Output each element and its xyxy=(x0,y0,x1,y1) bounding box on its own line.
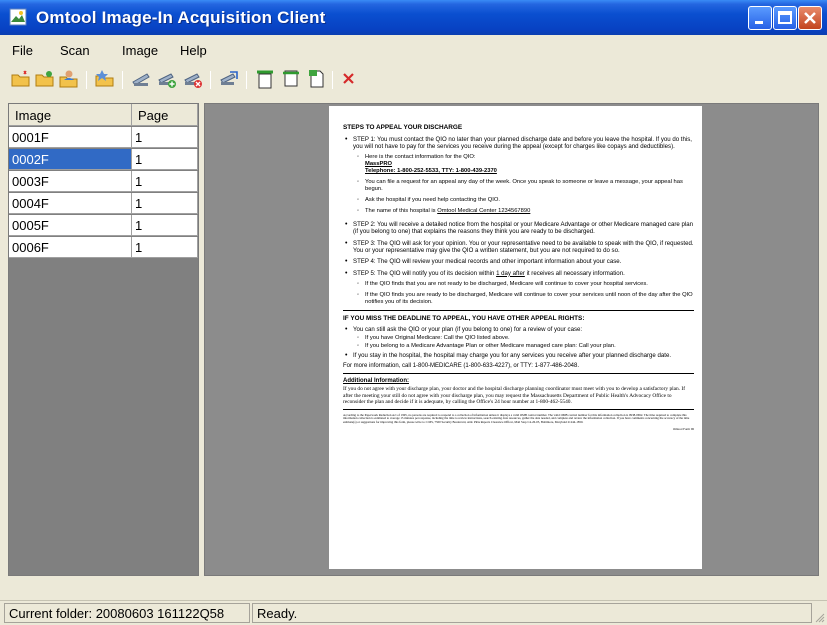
doc-hospital-name: The name of this hospital is Omtool Medi… xyxy=(343,208,694,215)
page-cell: 1 xyxy=(132,171,198,192)
doc-step2: STEP 2: You will receive a detailed noti… xyxy=(343,221,694,236)
menu-image[interactable]: Image xyxy=(122,43,158,58)
doc-more-info: For more information, call 1-800-MEDICAR… xyxy=(343,362,579,369)
doc-footer-code: Omtool Form ID xyxy=(673,426,694,431)
doc-additional-body: If you do not agree with your discharge … xyxy=(343,386,686,406)
toolbar-separator xyxy=(122,71,123,89)
doc-step5-sub1: If the QIO finds that you are not ready … xyxy=(343,281,694,288)
close-icon xyxy=(804,12,816,24)
toolbar-separator xyxy=(246,71,247,89)
doc-contact-phone: Telephone: 1-800-252-5533, TTY: 1-800-43… xyxy=(365,168,497,175)
image-cell: 0005F xyxy=(9,215,132,236)
doc-miss1: You can still ask the QIO or your plan (… xyxy=(343,326,694,335)
resize-grip-icon[interactable] xyxy=(813,611,825,623)
doc-miss1-sub2: If you belong to a Medicare Advantage Pl… xyxy=(343,343,694,350)
page-cell: 1 xyxy=(132,237,198,258)
menu-scan[interactable]: Scan xyxy=(60,43,90,58)
page-cell: 1 xyxy=(132,127,198,148)
close-button[interactable] xyxy=(798,6,822,30)
open-folder-icon[interactable] xyxy=(10,68,32,90)
scanner-add-icon[interactable] xyxy=(156,68,178,90)
image-cell: 0006F xyxy=(9,237,132,258)
app-icon xyxy=(9,8,27,26)
doc-hospital-value: Omtool Medical Center 1234567890 xyxy=(437,208,531,215)
toolbar xyxy=(0,63,827,95)
maximize-icon xyxy=(778,11,792,24)
toolbar-separator xyxy=(86,71,87,89)
status-state: Ready. xyxy=(252,603,812,623)
doc-step1: STEP 1: You must contact the QIO no late… xyxy=(343,136,694,151)
doc-step3: STEP 3: The QIO will ask for your opinio… xyxy=(343,240,694,255)
doc-divider xyxy=(343,408,694,410)
image-list[interactable]: Image Page 0001F 1 0002F 1 0003F 1 0004F… xyxy=(8,103,199,576)
table-row[interactable]: 0005F 1 xyxy=(9,215,198,236)
insert-before-icon[interactable] xyxy=(254,68,276,90)
page-cell: 1 xyxy=(132,193,198,214)
doc-ask-hospital: Ask the hospital if you need help contac… xyxy=(343,197,694,204)
doc-step4: STEP 4: The QIO will review your medical… xyxy=(343,258,694,267)
user-folder-icon[interactable] xyxy=(58,68,80,90)
table-row-selected[interactable]: 0002F 1 xyxy=(9,149,198,170)
page-cell: 1 xyxy=(132,149,198,170)
scanned-document: STEPS TO APPEAL YOUR DISCHARGE STEP 1: Y… xyxy=(329,106,702,569)
toolbar-separator xyxy=(210,71,211,89)
image-cell: 0004F xyxy=(9,193,132,214)
doc-contact-intro: Here is the contact information for the … xyxy=(365,154,476,161)
maximize-button[interactable] xyxy=(773,6,797,30)
image-cell: 0003F xyxy=(9,171,132,192)
table-row[interactable]: 0003F 1 xyxy=(9,171,198,192)
doc-miss2: If you stay in the hospital, the hospita… xyxy=(343,352,694,361)
status-current-folder: Current folder: 20080603 161122Q58 xyxy=(4,603,250,623)
table-row[interactable]: 0001F 1 xyxy=(9,127,198,148)
doc-divider xyxy=(343,309,694,311)
page-cell: 1 xyxy=(132,215,198,236)
open-folder-add-icon[interactable] xyxy=(34,68,56,90)
title-bar[interactable]: Omtool Image-In Acquisition Client xyxy=(0,0,827,35)
doc-step5: STEP 5: The QIO will notify you of its d… xyxy=(343,269,694,279)
send-icon[interactable] xyxy=(218,68,240,90)
scanner-icon[interactable] xyxy=(130,68,152,90)
minimize-button[interactable] xyxy=(748,6,772,30)
doc-heading2: IF YOU MISS THE DEADLINE TO APPEAL, YOU … xyxy=(343,314,585,322)
delete-icon[interactable] xyxy=(338,68,360,90)
doc-heading: STEPS TO APPEAL YOUR DISCHARGE xyxy=(343,124,463,131)
folder-star-icon[interactable] xyxy=(94,68,116,90)
doc-additional-heading: Additional Information: xyxy=(343,378,409,385)
doc-step5-sub2: If the QIO finds you are ready to be dis… xyxy=(343,292,694,306)
doc-fine-print: According to the Paperwork Reduction Act… xyxy=(343,412,690,425)
scanner-delete-icon[interactable] xyxy=(182,68,204,90)
column-header-image[interactable]: Image xyxy=(9,104,132,126)
menu-file[interactable]: File xyxy=(12,43,33,58)
table-row[interactable]: 0004F 1 xyxy=(9,193,198,214)
page-icon[interactable] xyxy=(306,68,328,90)
doc-hospital-label: The name of this hospital is xyxy=(365,208,436,215)
doc-step5-b: it receives all necessary information. xyxy=(526,269,625,277)
window-title: Omtool Image-In Acquisition Client xyxy=(36,8,326,27)
doc-step5-u: 1 day after xyxy=(496,269,525,277)
doc-contact-name: MassPRO xyxy=(365,161,393,168)
doc-contact: Here is the contact information for the … xyxy=(343,154,694,175)
menu-bar: File Scan Image Help xyxy=(0,38,827,60)
minimize-icon xyxy=(755,21,763,24)
menu-help[interactable]: Help xyxy=(180,43,207,58)
image-cell: 0001F xyxy=(9,127,132,148)
doc-miss1-sub1: If you have Original Medicare: Call the … xyxy=(343,335,694,342)
doc-divider xyxy=(343,373,694,375)
insert-after-icon[interactable] xyxy=(280,68,302,90)
doc-step5-a: STEP 5: The QIO will notify you of its d… xyxy=(353,269,495,277)
toolbar-separator xyxy=(332,71,333,89)
table-row[interactable]: 0006F 1 xyxy=(9,237,198,258)
image-preview-pane[interactable]: STEPS TO APPEAL YOUR DISCHARGE STEP 1: Y… xyxy=(204,103,819,576)
status-bar: Current folder: 20080603 161122Q58 Ready… xyxy=(0,600,827,625)
image-cell: 0002F xyxy=(9,149,132,170)
column-header-page[interactable]: Page xyxy=(132,104,198,126)
doc-appeal-any-day: You can file a request for an appeal any… xyxy=(343,179,694,193)
app-window: Omtool Image-In Acquisition Client File … xyxy=(0,0,827,625)
